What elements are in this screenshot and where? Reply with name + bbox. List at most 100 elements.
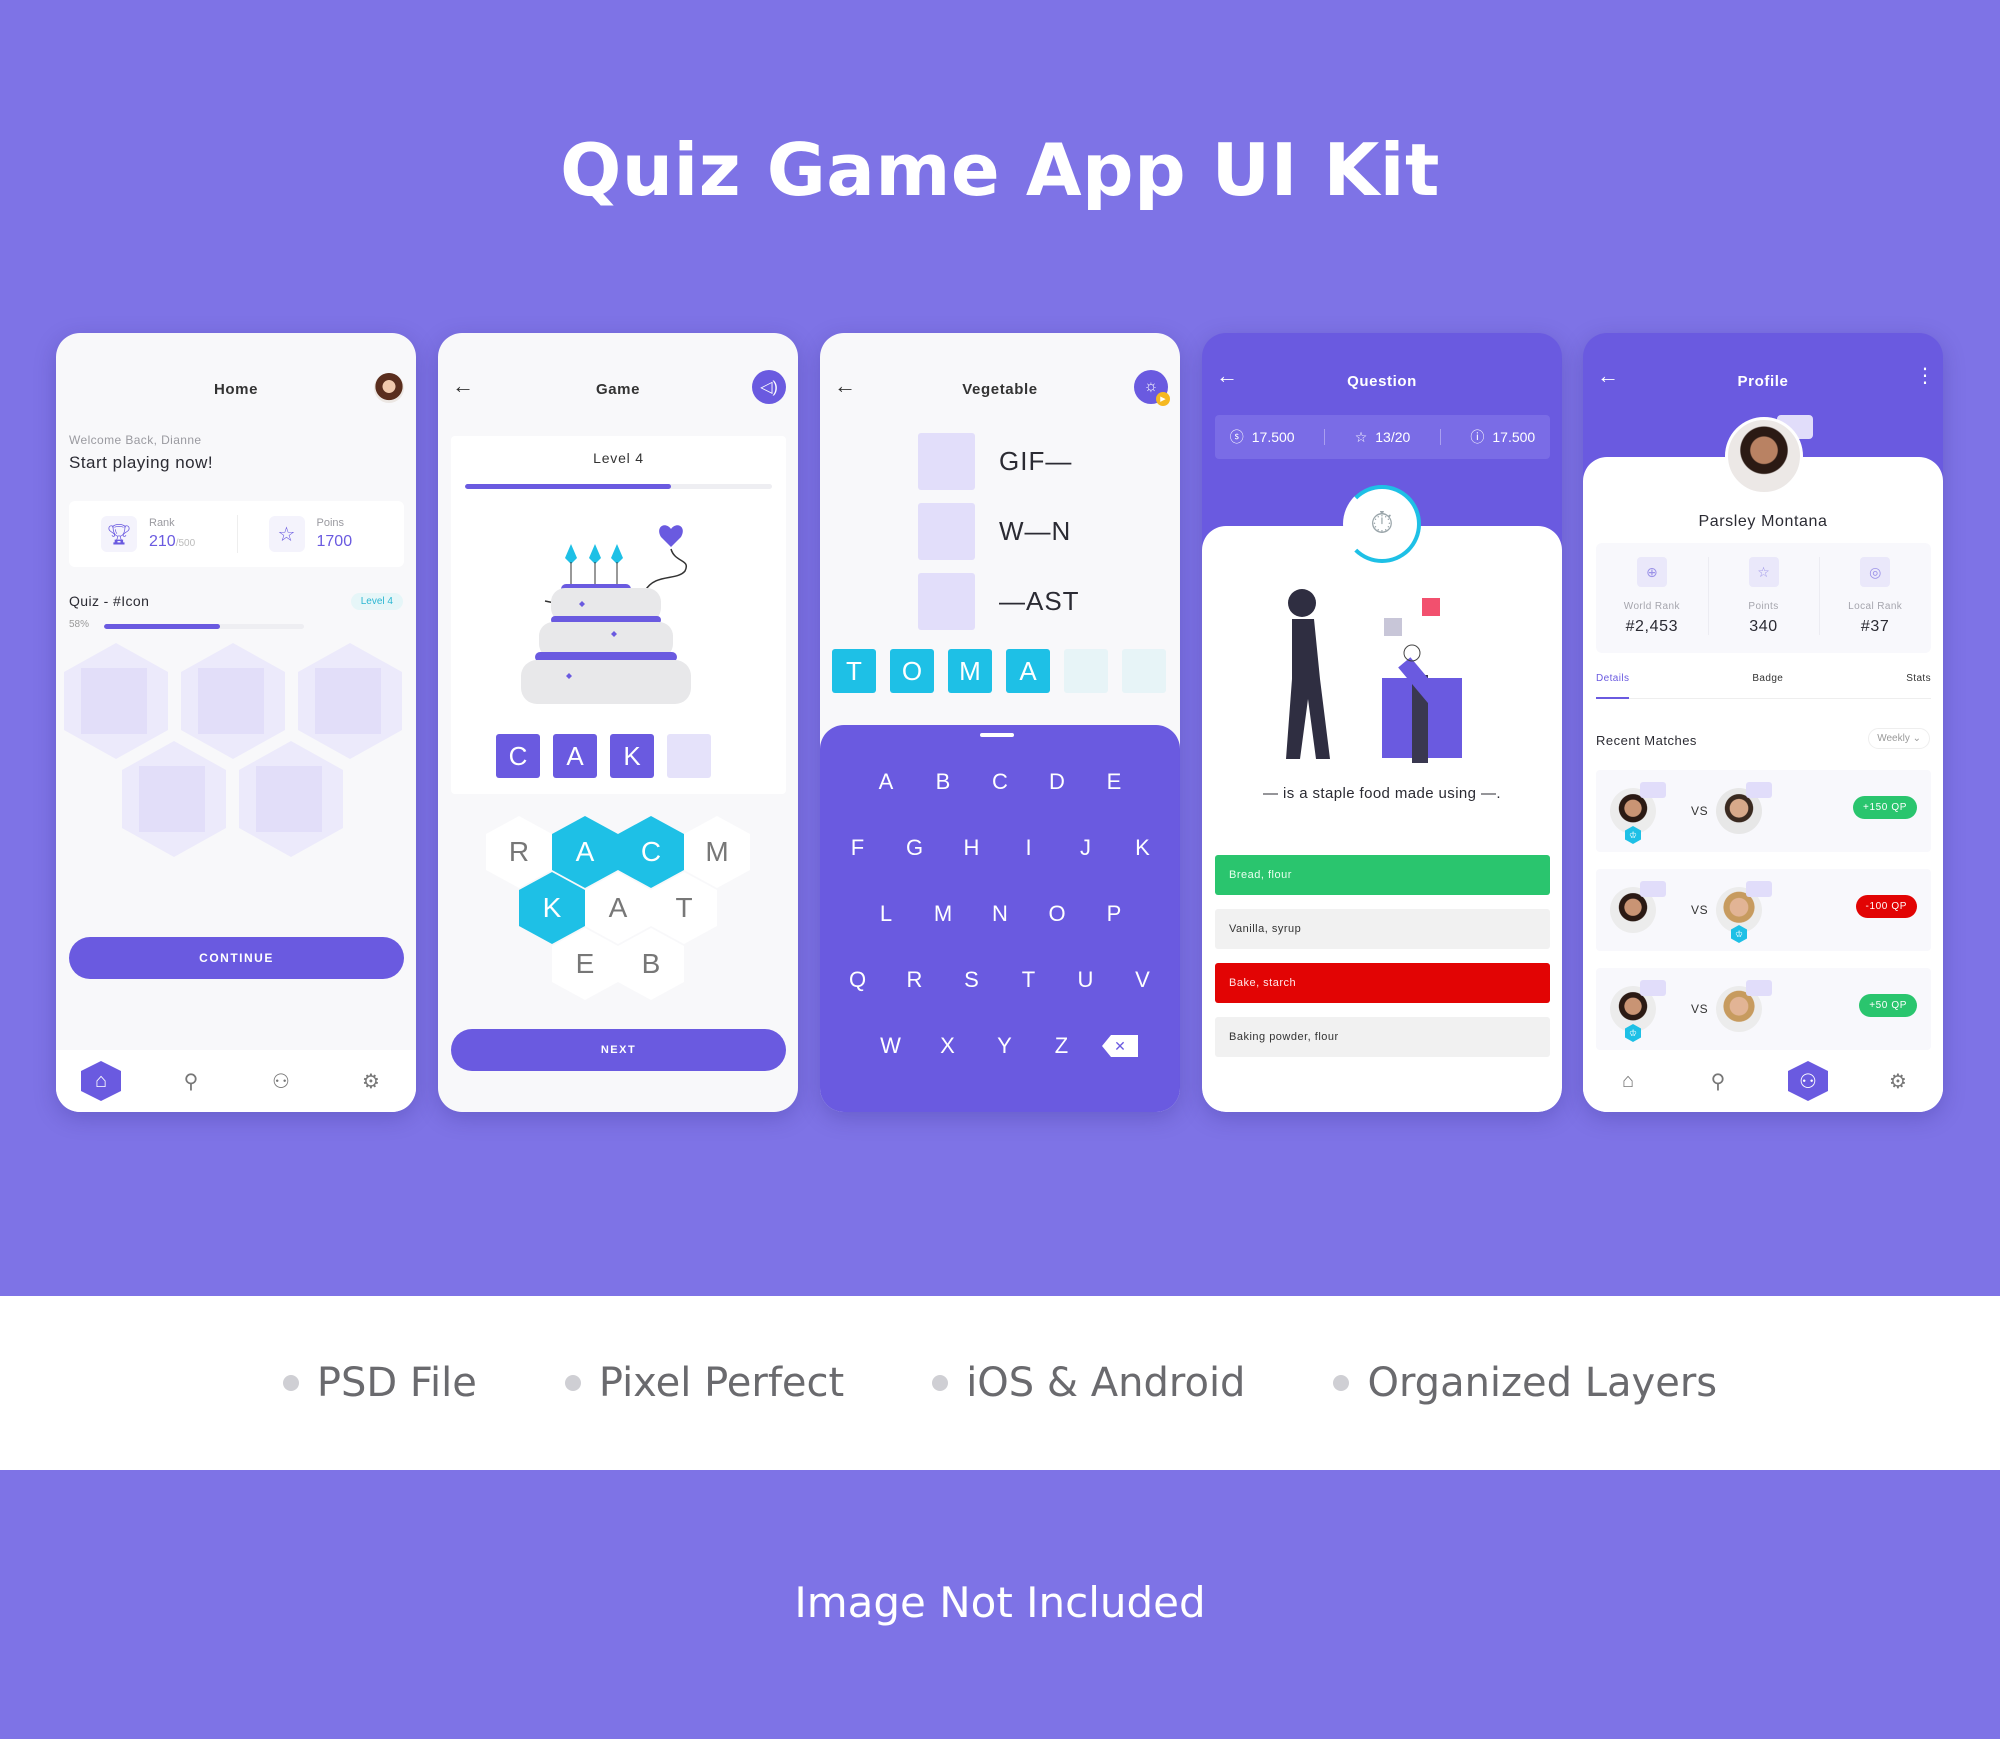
match-row[interactable]: VS ♔ -100 QP <box>1596 869 1931 951</box>
gear-icon[interactable]: ⚙ <box>1878 1061 1918 1101</box>
key[interactable]: E <box>1086 769 1143 795</box>
continue-button[interactable]: CONTINUE <box>69 937 404 979</box>
tab-stats[interactable]: Stats <box>1906 673 1931 698</box>
key[interactable]: P <box>1086 901 1143 927</box>
key[interactable]: H <box>943 835 1000 861</box>
clue-blank[interactable] <box>918 503 975 560</box>
answer-tile[interactable]: K <box>610 734 654 778</box>
key[interactable]: M <box>915 901 972 927</box>
chevron-down-icon: ⌄ <box>1912 733 1921 744</box>
key[interactable]: Q <box>829 967 886 993</box>
bullet-icon <box>1333 1375 1350 1391</box>
vs-label: VS <box>1691 1002 1709 1016</box>
key[interactable]: Z <box>1033 1033 1090 1059</box>
quiz-hex-tile[interactable] <box>64 643 168 759</box>
letter-hex[interactable]: M <box>684 816 750 888</box>
gear-icon[interactable]: ⚙ <box>351 1061 391 1101</box>
key[interactable]: S <box>943 967 1000 993</box>
quiz-hex-tile[interactable] <box>181 643 285 759</box>
key[interactable]: T <box>1000 967 1057 993</box>
letter-hex[interactable]: R <box>486 816 552 888</box>
letter-hex-selected[interactable]: C <box>618 816 684 888</box>
answer-tile[interactable]: O <box>890 649 934 693</box>
answer-tile[interactable]: C <box>496 734 540 778</box>
keyboard-row: W X Y Z ✕ <box>820 1033 1180 1059</box>
clue-blank[interactable] <box>918 573 975 630</box>
clue-row: —AST <box>918 573 1080 630</box>
sound-icon[interactable]: ◁) <box>752 370 786 404</box>
key[interactable]: L <box>858 901 915 927</box>
key[interactable]: U <box>1057 967 1114 993</box>
bottom-nav: ⌂ ⚲ ⚇ ⚙ <box>56 1050 416 1112</box>
user-icon[interactable]: ⚇ <box>261 1061 301 1101</box>
letter-hex[interactable]: A <box>585 872 651 944</box>
quiz-hex-tile[interactable] <box>298 643 402 759</box>
key[interactable]: J <box>1057 835 1114 861</box>
match-row[interactable]: ♔ VS +150 QP <box>1596 770 1931 852</box>
key[interactable]: N <box>972 901 1029 927</box>
answer-tile[interactable]: A <box>1006 649 1050 693</box>
key[interactable]: O <box>1029 901 1086 927</box>
keyboard-row: L M N O P <box>820 901 1180 927</box>
quiz-hex-tile[interactable] <box>239 741 343 857</box>
answer-option[interactable]: Baking powder, flour <box>1215 1017 1550 1057</box>
key[interactable]: G <box>886 835 943 861</box>
key[interactable]: D <box>1029 769 1086 795</box>
clue-blank[interactable] <box>918 433 975 490</box>
home-icon[interactable]: ⌂ <box>81 1061 121 1101</box>
key[interactable]: C <box>972 769 1029 795</box>
key[interactable]: K <box>1114 835 1171 861</box>
answer-option-correct[interactable]: Bread, flour <box>1215 855 1550 895</box>
key[interactable]: A <box>858 769 915 795</box>
key[interactable]: I <box>1000 835 1057 861</box>
key[interactable]: Y <box>976 1033 1033 1059</box>
home-icon[interactable]: ⌂ <box>1608 1061 1648 1101</box>
tab-details[interactable]: Details <box>1596 673 1630 699</box>
user-icon[interactable]: ⚇ <box>1788 1061 1828 1101</box>
timer-icon: ⏱ <box>1343 485 1421 563</box>
letter-hex[interactable]: E <box>552 928 618 1000</box>
stat-value: 340 <box>1749 618 1778 635</box>
answer-tile-empty[interactable] <box>1122 649 1166 693</box>
search-icon[interactable]: ⚲ <box>171 1061 211 1101</box>
key[interactable]: V <box>1114 967 1171 993</box>
answer-tile-empty[interactable] <box>1064 649 1108 693</box>
tab-badge[interactable]: Badge <box>1752 673 1783 698</box>
answer-tile[interactable]: T <box>832 649 876 693</box>
more-options-icon[interactable]: ⋮ <box>1915 363 1935 387</box>
letter-hex-selected[interactable]: A <box>552 816 618 888</box>
key[interactable]: X <box>919 1033 976 1059</box>
key[interactable]: B <box>915 769 972 795</box>
hints-stat: ⓘ 17.500 <box>1470 429 1536 445</box>
period-filter[interactable]: Weekly ⌄ <box>1868 728 1930 749</box>
location-icon: ◎ <box>1860 557 1891 587</box>
answer-tile[interactable]: M <box>948 649 992 693</box>
cake-illustration <box>521 525 691 704</box>
points-stat: ☆ Points 340 <box>1707 543 1820 653</box>
quiz-hex-tile[interactable] <box>122 741 226 857</box>
hint-bulb-icon[interactable]: ☼ ▶ <box>1134 370 1170 406</box>
coin-icon: ⓢ <box>1229 429 1244 445</box>
screen-title: Home <box>213 381 259 398</box>
profile-avatar[interactable] <box>1725 417 1803 495</box>
answer-tile[interactable]: A <box>553 734 597 778</box>
key[interactable]: F <box>829 835 886 861</box>
player-tag <box>1746 782 1772 798</box>
avatar[interactable] <box>374 373 404 403</box>
answer-option[interactable]: Vanilla, syrup <box>1215 909 1550 949</box>
keyboard-row: A B C D E <box>820 769 1180 795</box>
drag-handle[interactable] <box>980 733 1014 737</box>
result-badge: +150 QP <box>1853 796 1917 819</box>
next-button[interactable]: NEXT <box>451 1029 786 1071</box>
key[interactable]: R <box>886 967 943 993</box>
letter-hex[interactable]: B <box>618 928 684 1000</box>
answer-tile-empty[interactable] <box>667 734 711 778</box>
match-row[interactable]: ♔ VS +50 QP <box>1596 968 1931 1050</box>
letter-hex-selected[interactable]: K <box>519 872 585 944</box>
letter-hex[interactable]: T <box>651 872 717 944</box>
key[interactable]: W <box>862 1033 919 1059</box>
star-icon: ☆ <box>1354 428 1368 445</box>
backspace-icon[interactable]: ✕ <box>1102 1035 1138 1057</box>
search-icon[interactable]: ⚲ <box>1698 1061 1738 1101</box>
answer-option-wrong[interactable]: Bake, starch <box>1215 963 1550 1003</box>
